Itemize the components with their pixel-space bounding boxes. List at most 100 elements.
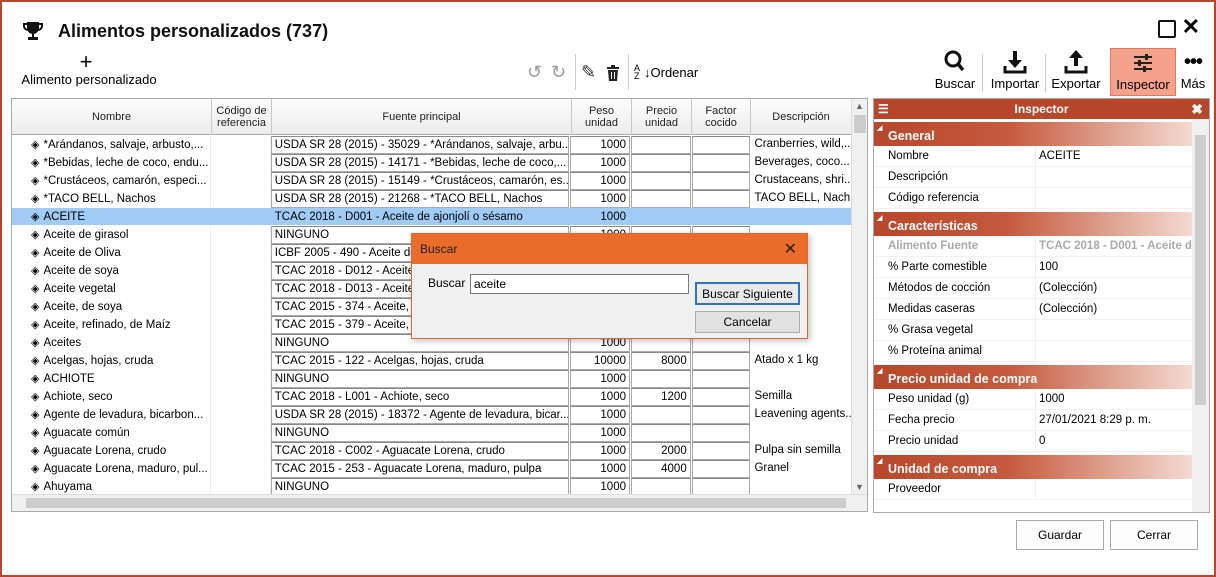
- cell-reference[interactable]: [211, 460, 271, 478]
- cell-reference[interactable]: [211, 298, 271, 316]
- table-vertical-scrollbar[interactable]: ▲ ▼: [851, 99, 867, 494]
- add-custom-food-button[interactable]: + Alimento personalizado: [14, 51, 164, 88]
- cell-reference[interactable]: [211, 154, 271, 172]
- property-value[interactable]: 0: [1036, 431, 1209, 451]
- inspector-section-header[interactable]: ◢ Precio unidad de compra: [874, 365, 1209, 389]
- cell-cook-factor[interactable]: [691, 460, 751, 478]
- save-button[interactable]: Guardar: [1016, 520, 1104, 550]
- cell-unit-price[interactable]: 2000: [631, 442, 691, 460]
- cell-cook-factor[interactable]: [691, 190, 751, 208]
- undo-icon[interactable]: ↺: [527, 62, 542, 83]
- column-header-description[interactable]: Descripción: [751, 99, 852, 135]
- inspector-section-header[interactable]: ◢ General: [874, 122, 1209, 146]
- cell-description[interactable]: TACO BELL, Nach...: [751, 190, 852, 208]
- cell-unit-price[interactable]: [631, 190, 691, 208]
- sort-button[interactable]: A Z ↓ Ordenar: [634, 64, 698, 81]
- cell-reference[interactable]: [211, 172, 271, 190]
- close-button[interactable]: Cerrar: [1110, 520, 1198, 550]
- inspector-property-row[interactable]: % Grasa vegetal: [874, 320, 1209, 341]
- cell-name[interactable]: ◈ *Bebidas, leche de coco, endu...: [12, 154, 212, 172]
- cell-source[interactable]: NINGUNO: [270, 478, 570, 494]
- inspector-section-header[interactable]: ◢ Características: [874, 212, 1209, 236]
- cell-unit-weight[interactable]: 1000: [570, 208, 630, 226]
- cell-cook-factor[interactable]: [692, 208, 751, 226]
- cell-unit-price[interactable]: [631, 370, 691, 388]
- cell-source[interactable]: USDA SR 28 (2015) - 21268 - *TACO BELL, …: [270, 190, 570, 208]
- cell-unit-price[interactable]: [631, 136, 691, 154]
- cell-description[interactable]: Pulpa sin semilla: [751, 442, 852, 460]
- inspector-property-row[interactable]: Peso unidad (g) 1000: [874, 389, 1209, 410]
- cell-unit-weight[interactable]: 1000: [570, 460, 630, 478]
- cell-cook-factor[interactable]: [691, 172, 751, 190]
- inspector-property-row[interactable]: Descripción: [874, 167, 1209, 188]
- cell-reference[interactable]: [211, 334, 271, 352]
- cell-source[interactable]: USDA SR 28 (2015) - 14171 - *Bebidas, le…: [270, 154, 570, 172]
- cell-unit-weight[interactable]: 1000: [570, 442, 630, 460]
- property-value[interactable]: ACEITE: [1036, 146, 1209, 166]
- property-value[interactable]: (Colección): [1036, 299, 1209, 319]
- property-value[interactable]: [1036, 320, 1209, 340]
- cell-description[interactable]: Cranberries, wild,...: [751, 136, 852, 154]
- inspector-button[interactable]: Inspector: [1110, 48, 1176, 96]
- cell-description[interactable]: Granel: [751, 460, 852, 478]
- close-window-button[interactable]: ✕: [1182, 14, 1200, 40]
- cell-unit-price[interactable]: [631, 478, 691, 494]
- cell-unit-weight[interactable]: 1000: [570, 406, 630, 424]
- cell-name[interactable]: ◈ Aceite de soya: [12, 262, 212, 280]
- cell-unit-price[interactable]: [631, 406, 691, 424]
- cell-source[interactable]: USDA SR 28 (2015) - 35029 - *Arándanos, …: [270, 136, 570, 154]
- cell-name[interactable]: ◈ Aceite de girasol: [12, 226, 212, 244]
- inspector-scrollbar[interactable]: [1192, 119, 1209, 512]
- inspector-section-header[interactable]: ◢ Unidad de compra: [874, 455, 1209, 479]
- table-row[interactable]: ◈ Aguacate común NINGUNO 1000: [12, 424, 852, 442]
- cell-unit-weight[interactable]: 1000: [570, 136, 630, 154]
- cell-cook-factor[interactable]: [691, 406, 751, 424]
- cell-reference[interactable]: [211, 208, 271, 226]
- cell-unit-weight[interactable]: 1000: [570, 388, 630, 406]
- column-header-unit-weight[interactable]: Peso unidad: [572, 99, 632, 135]
- cell-description[interactable]: Beverages, coco...: [751, 154, 852, 172]
- cell-name[interactable]: ◈ Aceite vegetal: [12, 280, 212, 298]
- cell-cook-factor[interactable]: [691, 424, 751, 442]
- inspector-property-row[interactable]: % Parte comestible 100: [874, 257, 1209, 278]
- export-button[interactable]: Exportar: [1048, 48, 1104, 96]
- cell-unit-price[interactable]: [631, 172, 691, 190]
- cell-unit-weight[interactable]: 1000: [570, 478, 630, 494]
- cell-name[interactable]: ◈ *Crustáceos, camarón, especi...: [12, 172, 212, 190]
- cell-cook-factor[interactable]: [691, 442, 751, 460]
- property-value[interactable]: [1036, 341, 1209, 361]
- cell-description[interactable]: Crustaceans, shri...: [751, 172, 852, 190]
- column-header-reference[interactable]: Código de referencia: [212, 99, 272, 135]
- cell-unit-price[interactable]: [631, 424, 691, 442]
- property-value[interactable]: 100: [1036, 257, 1209, 277]
- cell-name[interactable]: ◈ Acelgas, hojas, cruda: [12, 352, 212, 370]
- cell-unit-price[interactable]: [631, 208, 691, 226]
- cell-reference[interactable]: [211, 442, 271, 460]
- cell-unit-weight[interactable]: 1000: [570, 190, 630, 208]
- table-row[interactable]: ◈ *Arándanos, salvaje, arbusto,... USDA SR…: [12, 136, 852, 154]
- cell-unit-weight[interactable]: 1000: [570, 172, 630, 190]
- property-value[interactable]: 27/01/2021 8:29 p. m.: [1036, 410, 1209, 430]
- cell-reference[interactable]: [211, 226, 271, 244]
- table-row[interactable]: ◈ Agente de levadura, bicarbon... USDA SR …: [12, 406, 852, 424]
- cell-reference[interactable]: [211, 424, 271, 442]
- table-row[interactable]: ◈ Achiote, seco TCAC 2018 - L001 - Achiote…: [12, 388, 852, 406]
- property-value[interactable]: TCAC 2018 - D001 - Aceite d: [1036, 236, 1209, 256]
- inspector-property-row[interactable]: Nombre ACEITE: [874, 146, 1209, 167]
- cell-cook-factor[interactable]: [691, 388, 751, 406]
- cell-source[interactable]: NINGUNO: [270, 370, 570, 388]
- table-row[interactable]: ◈ Aguacate Lorena, crudo TCAC 2018 - C002 …: [12, 442, 852, 460]
- inspector-property-row[interactable]: Proveedor: [874, 479, 1209, 500]
- cell-name[interactable]: ◈ *TACO BELL, Nachos: [12, 190, 212, 208]
- cell-cook-factor[interactable]: [691, 154, 751, 172]
- column-header-source[interactable]: Fuente principal: [272, 99, 572, 135]
- property-value[interactable]: [1036, 188, 1209, 208]
- dialog-search-input[interactable]: [470, 274, 689, 294]
- cell-source[interactable]: USDA SR 28 (2015) - 15149 - *Crustáceos,…: [270, 172, 570, 190]
- cell-description[interactable]: [751, 478, 852, 494]
- table-row[interactable]: ◈ ACEITE TCAC 2018 - D001 - Aceite de ajon…: [12, 208, 852, 226]
- cell-unit-weight[interactable]: 1000: [570, 424, 630, 442]
- property-value[interactable]: (Colección): [1036, 278, 1209, 298]
- table-row[interactable]: ◈ *Crustáceos, camarón, especi... USDA SR …: [12, 172, 852, 190]
- cell-name[interactable]: ◈ Aceite de Oliva: [12, 244, 212, 262]
